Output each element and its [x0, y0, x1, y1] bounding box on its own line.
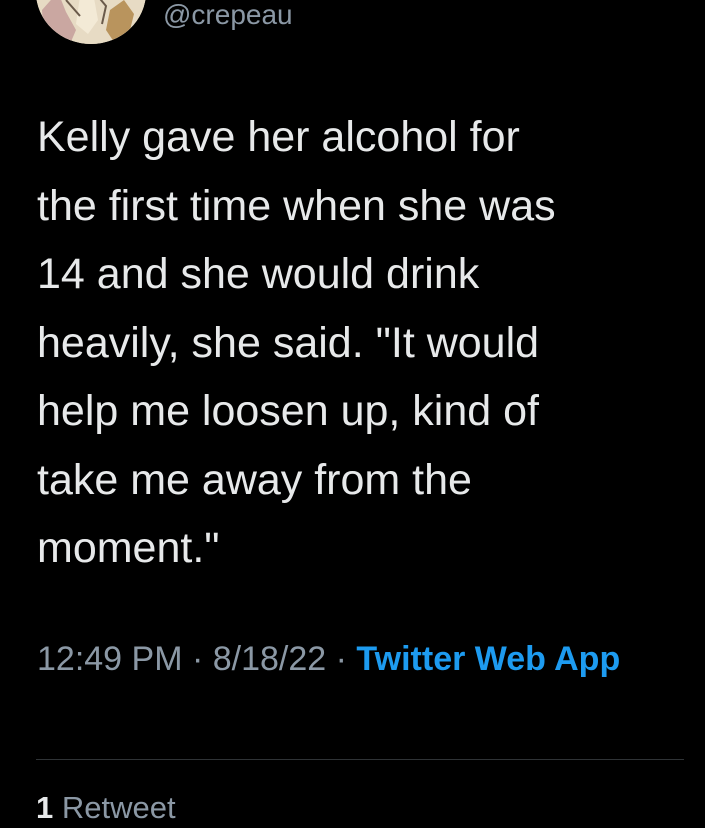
author-handle[interactable]: @crepeau	[163, 0, 293, 31]
tweet-text: Kelly gave her alcohol for the first tim…	[37, 113, 556, 572]
tweet-source-link[interactable]: Twitter Web App	[356, 640, 620, 678]
retweet-count: 1	[36, 790, 54, 825]
tweet-time[interactable]: 12:49 PM	[37, 640, 183, 678]
separator-dot: ·	[326, 640, 357, 678]
retweet-label: Retweet	[61, 790, 176, 825]
retweet-stats[interactable]: 1 Retweet	[36, 788, 176, 828]
tweet-date[interactable]: 8/18/22	[213, 640, 326, 678]
avatar-illustration	[36, 0, 146, 44]
divider	[36, 759, 684, 760]
tweet-metadata: 12:49 PM · 8/18/22 · Twitter Web App	[37, 634, 677, 684]
avatar[interactable]	[36, 0, 146, 44]
separator-dot: ·	[182, 640, 213, 678]
